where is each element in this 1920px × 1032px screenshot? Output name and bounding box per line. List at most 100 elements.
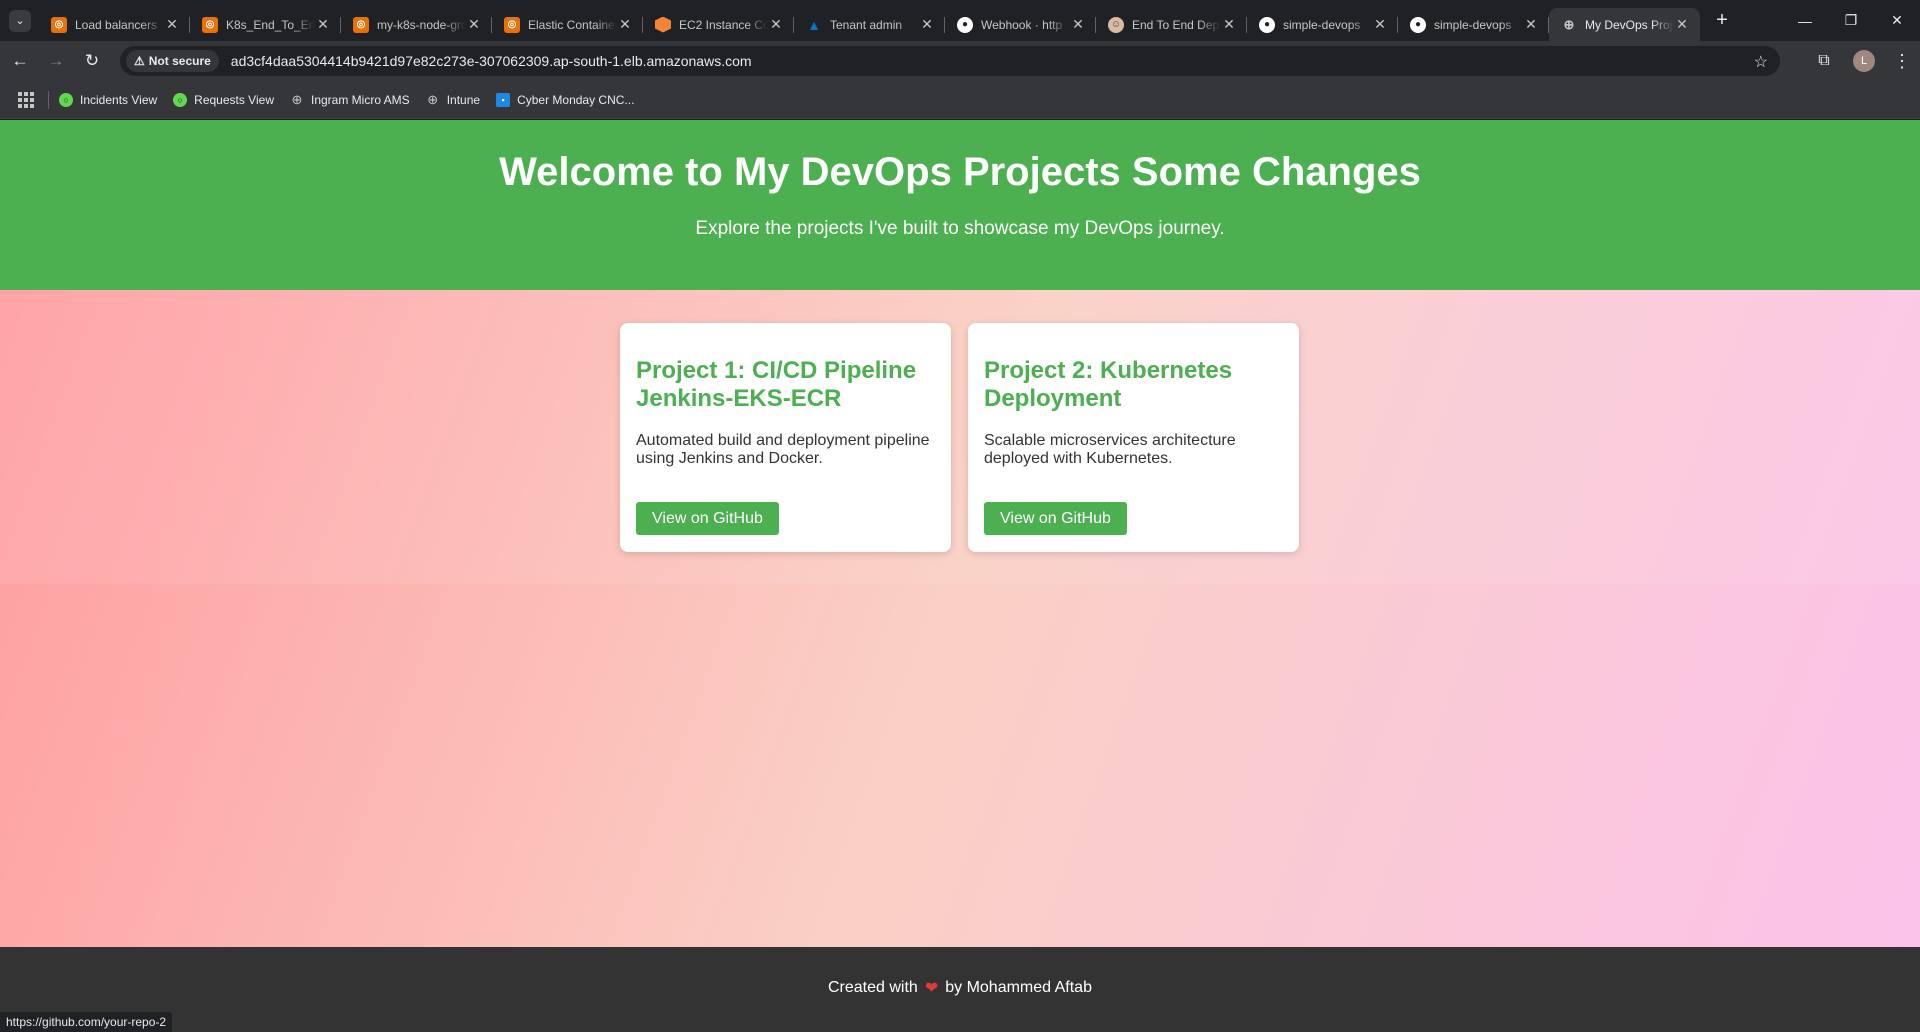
bookmark-item[interactable]: ⊕ Ingram Micro AMS xyxy=(290,91,410,107)
tab[interactable]: ▲ Tenant admin ✕ xyxy=(794,8,945,41)
github-icon: ● xyxy=(957,16,973,33)
aws-icon: ◎ xyxy=(353,16,369,33)
window-controls: — ❐ ✕ xyxy=(1782,0,1920,41)
tab-title: Webhook · http xyxy=(981,17,1063,32)
page-subtitle: Explore the projects I've built to showc… xyxy=(695,218,1225,239)
project-title: Project 2: Kubernetes Deployment xyxy=(984,357,1233,412)
heart-icon: ❤ xyxy=(924,979,939,997)
view-on-github-button[interactable]: View on GitHub xyxy=(984,502,1127,535)
bookmark-item[interactable]: ⊕ Intune xyxy=(426,91,481,107)
tab-close-icon[interactable]: ✕ xyxy=(1372,16,1388,33)
tab-close-icon[interactable]: ✕ xyxy=(466,16,482,33)
tab[interactable]: ◎ my-k8s-node-group ✕ xyxy=(341,8,492,41)
bookmark-label: Ingram Micro AMS xyxy=(310,92,410,107)
apps-grid-icon[interactable] xyxy=(18,91,34,108)
footer-prefix: Created with xyxy=(828,978,918,996)
servicenow-icon: ○ xyxy=(59,92,73,107)
tab-title: my-k8s-node-group xyxy=(377,17,466,32)
tab[interactable]: ◎ Elastic Container ✕ xyxy=(492,8,643,41)
warning-triangle-icon: ⚠ xyxy=(134,54,145,68)
github-icon: ● xyxy=(1410,16,1426,33)
tab-close-icon[interactable]: ✕ xyxy=(1070,16,1086,33)
footer-author: by Mohammed Aftab xyxy=(945,978,1092,996)
toolbar-right: ⧉ L ⋮ xyxy=(1804,41,1920,81)
tab[interactable]: ☺ End To End Deployment ✕ xyxy=(1096,8,1247,41)
tab-close-icon[interactable]: ✕ xyxy=(919,16,935,33)
project-description: Automated build and deployment pipeline … xyxy=(636,432,930,467)
tab[interactable]: ◎ K8s_End_To_End ✕ xyxy=(190,8,341,41)
bookmark-label: Requests View xyxy=(194,92,274,107)
minimize-icon[interactable]: — xyxy=(1782,0,1828,41)
bookmark-item[interactable]: ○ Incidents View xyxy=(59,92,158,107)
view-on-github-button[interactable]: View on GitHub xyxy=(636,502,779,535)
tab[interactable]: ● Webhook · http ✕ xyxy=(945,8,1096,41)
tab-title: simple-devops xyxy=(1434,17,1512,32)
tab-close-icon[interactable]: ✕ xyxy=(768,16,784,33)
page-header: Welcome to My DevOps Projects Some Chang… xyxy=(0,120,1920,290)
page-viewport: Welcome to My DevOps Projects Some Chang… xyxy=(0,120,1920,1032)
link-status-bubble: https://github.com/your-repo-2 xyxy=(0,1012,173,1032)
tab-title: simple-devops xyxy=(1283,17,1361,32)
aws-icon: ◎ xyxy=(504,16,520,33)
tab[interactable]: ● simple-devops ✕ xyxy=(1247,8,1398,41)
tab-title: EC2 Instance Connect xyxy=(679,17,768,32)
servicenow-icon: ○ xyxy=(173,92,188,107)
tab-close-icon[interactable]: ✕ xyxy=(617,16,633,33)
tab[interactable]: EC2 Instance Connect ✕ xyxy=(643,8,794,41)
project-description: Scalable microservices architecture depl… xyxy=(984,432,1236,467)
tab-title: K8s_End_To_End xyxy=(226,17,315,32)
project-card: Project 2: Kubernetes Deployment Scalabl… xyxy=(968,323,1299,552)
security-label: Not secure xyxy=(148,54,211,68)
bookmarks-divider xyxy=(48,90,49,109)
new-tab-plus-icon[interactable]: + xyxy=(1708,7,1736,35)
tab-close-icon[interactable]: ✕ xyxy=(1523,16,1539,33)
close-window-icon[interactable]: ✕ xyxy=(1874,0,1920,41)
store-icon: ▪ xyxy=(496,92,511,107)
browser-toolbar: ← → ↻ ⚠ Not secure ad3cf4daa5304414b9421… xyxy=(0,41,1920,81)
back-arrow-icon[interactable]: ← xyxy=(4,45,36,77)
azure-icon: ▲ xyxy=(807,16,821,33)
tab-title: Elastic Container xyxy=(528,17,617,32)
profile-avatar[interactable]: L xyxy=(1853,50,1875,72)
tab[interactable]: ● simple-devops ✕ xyxy=(1398,8,1549,41)
bookmark-star-icon[interactable]: ☆ xyxy=(1754,52,1768,72)
reload-icon[interactable]: ↻ xyxy=(76,45,108,77)
tab-close-icon[interactable]: ✕ xyxy=(1674,16,1690,33)
page-title: Welcome to My DevOps Projects Some Chang… xyxy=(499,150,1421,194)
globe-icon: ⊕ xyxy=(291,91,303,107)
globe-icon: ⊕ xyxy=(427,91,439,107)
tab-title: My DevOps Projects xyxy=(1585,17,1674,32)
tab-close-icon[interactable]: ✕ xyxy=(164,16,180,33)
menu-kebab-icon[interactable]: ⋮ xyxy=(1884,51,1920,72)
projects-section: Project 1: CI/CD Pipeline Jenkins-EKS-EC… xyxy=(0,290,1920,584)
jenkins-icon: ☺ xyxy=(1108,16,1124,33)
tab-strip: ⌄ ◎ Load balancers ✕ ◎ K8s_End_To_End ✕ … xyxy=(0,0,1920,41)
bookmark-label: Incidents View xyxy=(80,92,158,107)
tab-close-icon[interactable]: ✕ xyxy=(1221,16,1237,33)
url-text[interactable]: ad3cf4daa5304414b9421d97e82c273e-3070623… xyxy=(231,53,752,69)
tab-close-icon[interactable]: ✕ xyxy=(315,16,331,33)
tab-active[interactable]: ⊕ My DevOps Projects ✕ xyxy=(1549,8,1700,41)
tab-list: ◎ Load balancers ✕ ◎ K8s_End_To_End ✕ ◎ … xyxy=(39,0,1700,41)
bookmark-label: Cyber Monday CNC... xyxy=(517,92,635,107)
aws-icon: ◎ xyxy=(51,16,67,33)
github-icon: ● xyxy=(1259,16,1275,33)
restore-icon[interactable]: ❐ xyxy=(1828,0,1874,41)
forward-arrow-icon[interactable]: → xyxy=(40,45,72,77)
bookmark-item[interactable]: ▪ Cyber Monday CNC... xyxy=(496,92,635,107)
aws-icon: ◎ xyxy=(202,16,218,33)
tab-search-chevron-icon[interactable]: ⌄ xyxy=(9,9,31,32)
bookmark-label: Intune xyxy=(446,92,481,107)
tab-title: Tenant admin xyxy=(830,17,903,32)
address-bar[interactable]: ⚠ Not secure ad3cf4daa5304414b9421d97e82… xyxy=(120,46,1780,76)
globe-icon: ⊕ xyxy=(1563,16,1575,32)
security-chip[interactable]: ⚠ Not secure xyxy=(126,50,219,72)
ec2-icon xyxy=(655,16,671,33)
bookmark-item[interactable]: ○ Requests View xyxy=(173,92,274,107)
bookmarks-bar: ○ Incidents View ○ Requests View ⊕ Ingra… xyxy=(0,81,1920,119)
project-title: Project 1: CI/CD Pipeline Jenkins-EKS-EC… xyxy=(636,357,917,412)
extensions-puzzle-icon[interactable]: ⧉ xyxy=(1804,52,1844,70)
tab-title: End To End Deployment xyxy=(1132,17,1221,32)
tab[interactable]: ◎ Load balancers ✕ xyxy=(39,8,190,41)
project-card: Project 1: CI/CD Pipeline Jenkins-EKS-EC… xyxy=(620,323,951,552)
